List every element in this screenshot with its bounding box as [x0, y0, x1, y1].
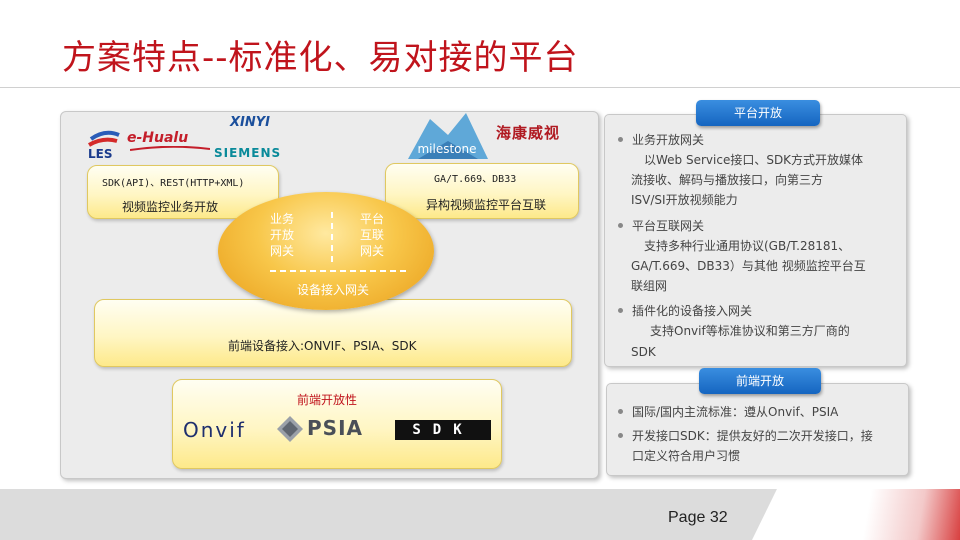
- les-logo-text: LES: [88, 147, 113, 161]
- bullet-text: 平台互联网关: [632, 219, 705, 233]
- platform-open-item-line: SDK: [631, 345, 656, 359]
- front-open-item-line: 口定义符合用户习惯: [632, 449, 741, 463]
- platform-open-tag: 平台开放: [696, 100, 820, 126]
- business-open-protocols: SDK(API)、REST(HTTP+XML): [102, 178, 245, 189]
- front-open-item: 开发接口SDK：提供友好的二次开发接口，接: [618, 426, 873, 447]
- bullet-dot: [618, 409, 623, 414]
- front-open-tag: 前端开放: [699, 368, 821, 394]
- bullet-dot: [618, 433, 623, 438]
- gateway-right-line: 互联: [359, 228, 384, 242]
- gateway-left-line: 业务: [269, 212, 294, 226]
- xinyi-logo: XINYI: [230, 115, 270, 130]
- psia-logo-icon: [277, 416, 303, 442]
- front-openness-box: 前端开放性 Onvif PSIA SDK: [172, 379, 502, 469]
- page-number: Page 32: [668, 509, 728, 526]
- siemens-logo: SIEMENS: [214, 146, 282, 160]
- front-device-access-label: 前端设备接入:ONVIF、PSIA、SDK: [228, 339, 417, 353]
- platform-open-item-line: 联组网: [631, 279, 668, 293]
- bullet-text: 插件化的设备接入网关: [632, 304, 753, 318]
- platform-open-item-head: 业务开放网关: [618, 130, 704, 151]
- front-open-item: 国际/国内主流标准：遵从Onvif、PSIA: [618, 402, 838, 423]
- bullet-dot: [618, 223, 623, 228]
- gateway-vertical-divider: [331, 212, 333, 262]
- ehualu-logo: e-Hualu: [127, 130, 189, 146]
- bullet-text: 国际/国内主流标准：遵从Onvif、PSIA: [632, 405, 839, 419]
- platform-open-item-line: GA/T.669、DB33）与其他 视频监控平台互: [631, 259, 866, 273]
- gateway-right-line: 平台: [359, 212, 384, 226]
- bullet-dot: [618, 137, 623, 142]
- platform-interconnect-box: GA/T.669、DB33 异构视频监控平台互联: [385, 163, 579, 219]
- business-gateway-label: 业务 开放 网关: [264, 211, 300, 259]
- gateway-left-line: 开放: [269, 228, 294, 242]
- hikvision-logo: 海康威视: [496, 124, 561, 142]
- platform-open-item-line: 支持多种行业通用协议(GB/T.28181、: [644, 239, 851, 253]
- milestone-logo-text: milestone: [417, 142, 477, 156]
- psia-logo: PSIA: [307, 416, 363, 440]
- platform-open-item-line: 支持Onvif等标准协议和第三方厂商的: [650, 324, 850, 338]
- platform-open-item-head: 平台互联网关: [618, 216, 704, 237]
- platform-open-item-line: ISV/SI开放视频能力: [631, 193, 738, 207]
- bullet-dot: [618, 308, 623, 313]
- front-openness-title: 前端开放性: [297, 393, 358, 407]
- business-open-label: 视频监控业务开放: [122, 200, 219, 214]
- platform-interconnect-protocols: GA/T.669、DB33: [434, 174, 517, 185]
- platform-interconnect-label: 异构视频监控平台互联: [426, 198, 547, 212]
- title-divider: [0, 87, 960, 88]
- bullet-text: 开发接口SDK：提供友好的二次开发接口，接: [632, 429, 873, 443]
- platform-open-item-head: 插件化的设备接入网关: [618, 301, 752, 322]
- onvif-logo: Onvif: [183, 418, 246, 442]
- platform-open-item-line: 流接收、解码与播放接口，向第三方: [631, 173, 824, 187]
- gateway-right-line: 网关: [359, 244, 384, 258]
- interconnect-gateway-label: 平台 互联 网关: [354, 211, 390, 259]
- footer-accent: [752, 489, 960, 540]
- bullet-text: 业务开放网关: [632, 133, 705, 147]
- sdk-logo: SDK: [395, 420, 491, 440]
- platform-open-item-line: 以Web Service接口、SDK方式开放媒体: [644, 153, 864, 167]
- device-access-gateway-label: 设备接入网关: [296, 283, 369, 297]
- gateway-horizontal-divider: [270, 270, 406, 272]
- gateway-left-line: 网关: [269, 244, 294, 258]
- ehualu-swoosh-icon: [130, 146, 210, 151]
- slide-title: 方案特点--标准化、易对接的平台: [62, 38, 579, 78]
